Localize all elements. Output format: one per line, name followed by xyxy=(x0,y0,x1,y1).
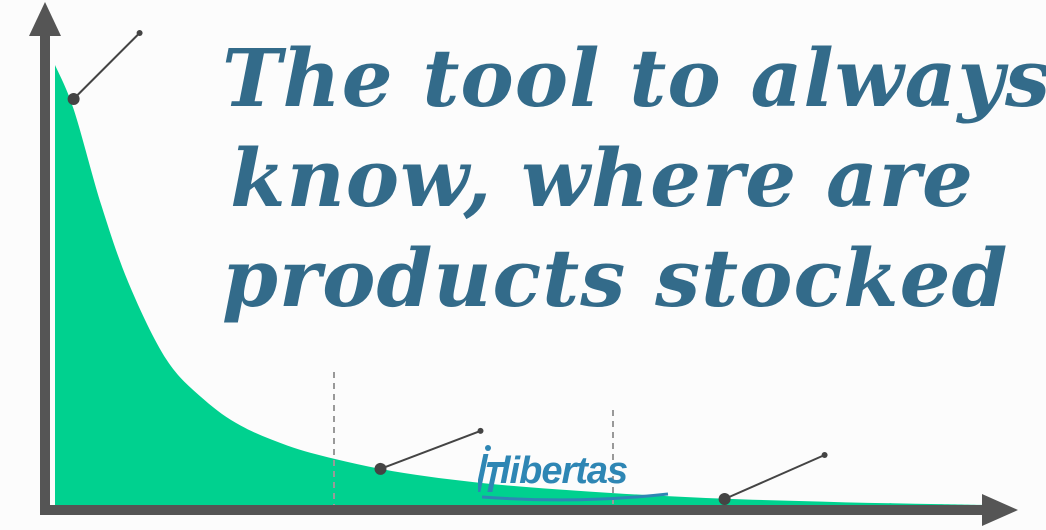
headline: The tool to always know, where are produ… xyxy=(222,28,1046,328)
company-logo: libertas xyxy=(478,442,678,502)
callout-tip-3 xyxy=(821,452,828,458)
callout-2 xyxy=(374,427,484,475)
headline-line-1: The tool to always xyxy=(222,31,1046,125)
callout-leader-2 xyxy=(380,429,481,470)
headline-line-2: know, where are xyxy=(230,131,974,225)
callout-leader-1 xyxy=(72,32,141,100)
callout-point-2 xyxy=(374,462,387,475)
y-axis-arrowhead xyxy=(29,2,61,36)
callout-3 xyxy=(718,452,828,505)
callout-point-3 xyxy=(718,493,731,505)
callout-leader-3 xyxy=(724,454,826,500)
callout-point-1 xyxy=(67,93,80,105)
x-axis-arrowhead xyxy=(982,494,1018,526)
logo-wordmark: libertas xyxy=(500,450,628,492)
callout-1 xyxy=(67,30,143,105)
callout-tip-1 xyxy=(136,30,143,36)
callout-tip-2 xyxy=(477,427,484,434)
headline-line-3: products stocked xyxy=(222,231,1009,325)
